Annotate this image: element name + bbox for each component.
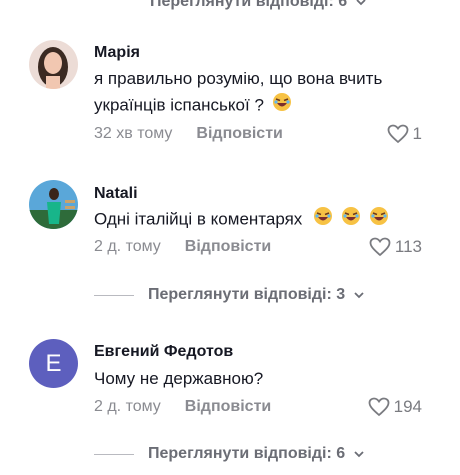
- view-replies-evgeniy[interactable]: Переглянути відповіді: 6: [94, 442, 365, 466]
- like-count: 1: [412, 124, 422, 143]
- avatar[interactable]: [29, 180, 78, 229]
- reply-button[interactable]: Відповісти: [196, 125, 282, 143]
- heart-icon: [387, 124, 408, 144]
- view-replies-top[interactable]: Переглянути відповіді: 6: [94, 0, 367, 14]
- laughing-emoji-icon: [369, 206, 389, 234]
- comment-text: Одні італійці в коментарях: [94, 206, 434, 234]
- comment-text-content: я правильно розумію, що вона вчить украї…: [94, 69, 383, 115]
- like-button[interactable]: 194: [368, 397, 422, 417]
- laughing-emoji-icon: [341, 206, 361, 234]
- comment-author[interactable]: Марія: [94, 44, 140, 62]
- comment-meta: 32 хв тому Відповісти: [94, 125, 283, 143]
- like-button[interactable]: 1: [387, 124, 422, 144]
- like-count: 113: [394, 237, 422, 256]
- heart-icon: [369, 237, 391, 257]
- heart-icon: [368, 397, 390, 417]
- view-replies-natali[interactable]: Переглянути відповіді: 3: [94, 283, 365, 307]
- laughing-emoji-icon: [313, 206, 333, 234]
- chevron-down-icon: [355, 0, 367, 8]
- avatar[interactable]: E: [29, 339, 78, 388]
- like-count: 194: [393, 397, 422, 416]
- comment-time: 2 д. тому: [94, 238, 161, 255]
- comment-text-content: Одні італійці в коментарях: [94, 209, 303, 229]
- laughing-emoji-icon: [272, 92, 292, 120]
- comment-author[interactable]: Natali: [94, 185, 138, 203]
- divider: [94, 294, 134, 296]
- chevron-down-icon: [353, 289, 365, 301]
- reply-button[interactable]: Відповісти: [185, 398, 271, 416]
- view-replies-label[interactable]: Переглянути відповіді: 6: [148, 445, 345, 463]
- chevron-down-icon: [353, 448, 365, 460]
- view-replies-label[interactable]: Переглянути відповіді: 6: [150, 0, 347, 11]
- comment-time: 32 хв тому: [94, 125, 173, 142]
- comment-text: я правильно розумію, що вона вчить украї…: [94, 66, 434, 120]
- comment-text: Чому не державною?: [94, 369, 264, 388]
- comment-meta: 2 д. тому Відповісти: [94, 398, 271, 416]
- like-button[interactable]: 113: [369, 237, 422, 257]
- divider: [94, 453, 134, 455]
- avatar[interactable]: [29, 40, 78, 89]
- comment-time: 2 д. тому: [94, 398, 161, 415]
- view-replies-label[interactable]: Переглянути відповіді: 3: [148, 286, 345, 304]
- comment-author[interactable]: Евгений Федотов: [94, 343, 233, 361]
- avatar-letter: E: [45, 349, 62, 377]
- reply-button[interactable]: Відповісти: [185, 238, 271, 256]
- comment-meta: 2 д. тому Відповісти: [94, 238, 271, 256]
